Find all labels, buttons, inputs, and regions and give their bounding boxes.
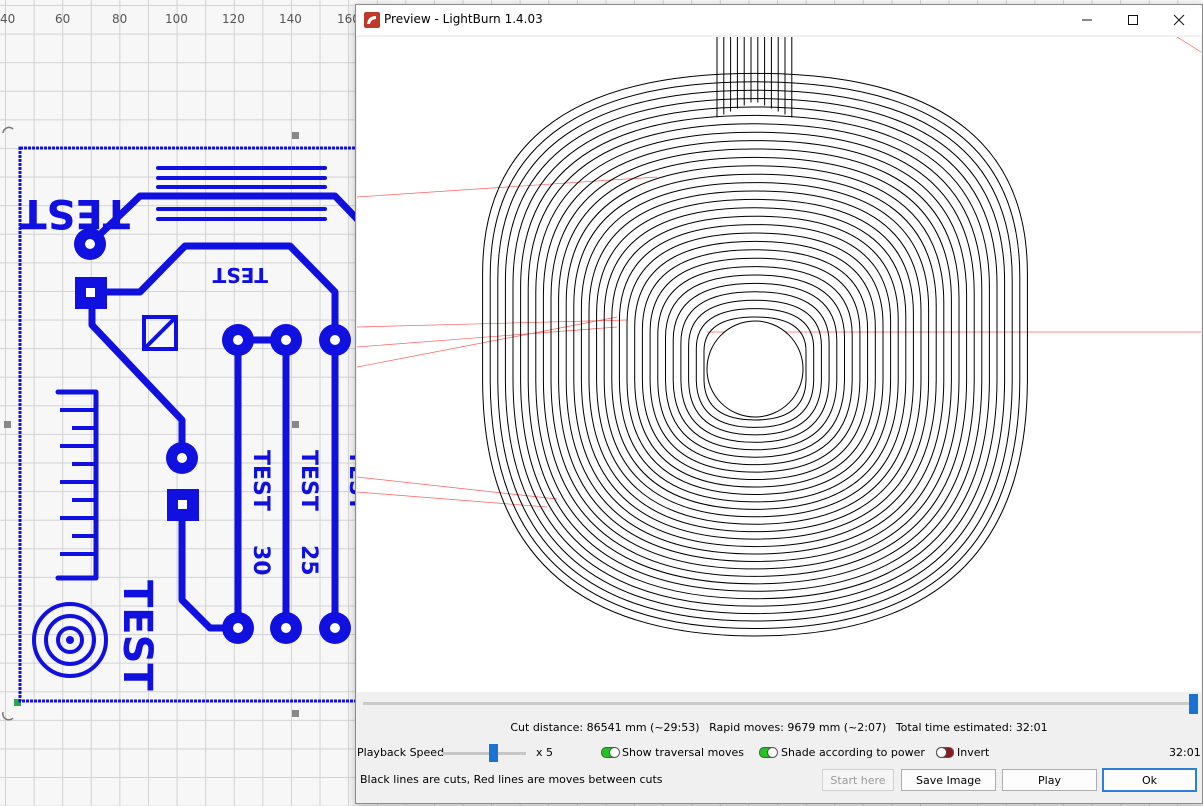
playback-speed-label: Playback Speed (357, 746, 445, 759)
rotate-icon (1, 711, 14, 721)
close-icon (1173, 14, 1185, 26)
minimize-icon (1082, 19, 1092, 21)
show-traversal-label: Show traversal moves (622, 746, 745, 759)
design-text: 30 (248, 545, 273, 576)
speed-slider-track[interactable] (442, 752, 526, 755)
traversal-line (357, 316, 618, 368)
scrubber-thumb[interactable] (1189, 694, 1198, 714)
save-image-button[interactable]: Save Image (901, 769, 996, 791)
legend-text: Black lines are cuts, Red lines are move… (360, 773, 663, 786)
traversal-line (357, 319, 628, 328)
scrubber-track (363, 702, 1191, 705)
selection-handle (292, 421, 299, 428)
minimize-button[interactable] (1064, 5, 1110, 35)
design-text: 25 (296, 545, 321, 576)
center-hole (706, 320, 804, 418)
rapid-moves: Rapid moves: 9679 mm (~2:07) (709, 721, 887, 734)
pcb-design[interactable]: TEST TEST TEST TEST TEST 30 25 TEST (0, 0, 360, 806)
rotate-icon (2, 126, 14, 134)
design-text: TEST (114, 580, 160, 691)
maximize-button[interactable] (1110, 5, 1156, 35)
shade-power-toggle[interactable] (759, 747, 778, 758)
shade-power-label: Shade according to power (781, 746, 925, 759)
elapsed-time: 32:01 (1169, 746, 1201, 759)
traversal-line (357, 326, 618, 348)
lightburn-logo-icon (364, 12, 380, 28)
traversal-line (357, 491, 548, 508)
speed-slider-thumb[interactable] (489, 744, 498, 762)
maximize-icon (1128, 15, 1138, 25)
ok-button[interactable]: Ok (1102, 768, 1197, 792)
show-traversal-toggle[interactable] (601, 747, 620, 758)
design-text: TEST (296, 450, 321, 511)
total-time: Total time estimated: 32:01 (895, 721, 1048, 734)
bottom-bar: Black lines are cuts, Red lines are move… (356, 768, 1202, 793)
job-stats: Cut distance: 86541 mm (~29:53) Rapid mo… (356, 721, 1202, 734)
playback-controls: Playback Speed x 5 Show traversal moves … (356, 743, 1202, 763)
cut-distance: Cut distance: 86541 mm (~29:53) (510, 721, 700, 734)
title-bar[interactable]: Preview - LightBurn 1.4.03 (356, 5, 1202, 35)
preview-window: Preview - LightBurn 1.4.03 Cut distance:… (355, 4, 1203, 804)
selection-handle (4, 421, 11, 428)
toolpath-preview (357, 37, 1201, 637)
playback-scrubber[interactable] (357, 692, 1201, 714)
window-title: Preview - LightBurn 1.4.03 (384, 12, 543, 26)
start-here-button[interactable]: Start here (822, 769, 894, 791)
design-text: TEST (19, 190, 130, 236)
invert-label: Invert (957, 746, 990, 759)
play-button[interactable]: Play (1002, 769, 1097, 791)
close-button[interactable] (1156, 5, 1202, 35)
design-text: TEST (212, 263, 268, 287)
invert-toggle[interactable] (936, 747, 954, 758)
preview-canvas[interactable] (357, 37, 1201, 692)
selection-handle (292, 710, 299, 717)
design-text: TEST (248, 450, 273, 511)
selection-handle (292, 132, 299, 139)
traversal-line (1176, 37, 1201, 53)
speed-value: x 5 (536, 746, 554, 759)
